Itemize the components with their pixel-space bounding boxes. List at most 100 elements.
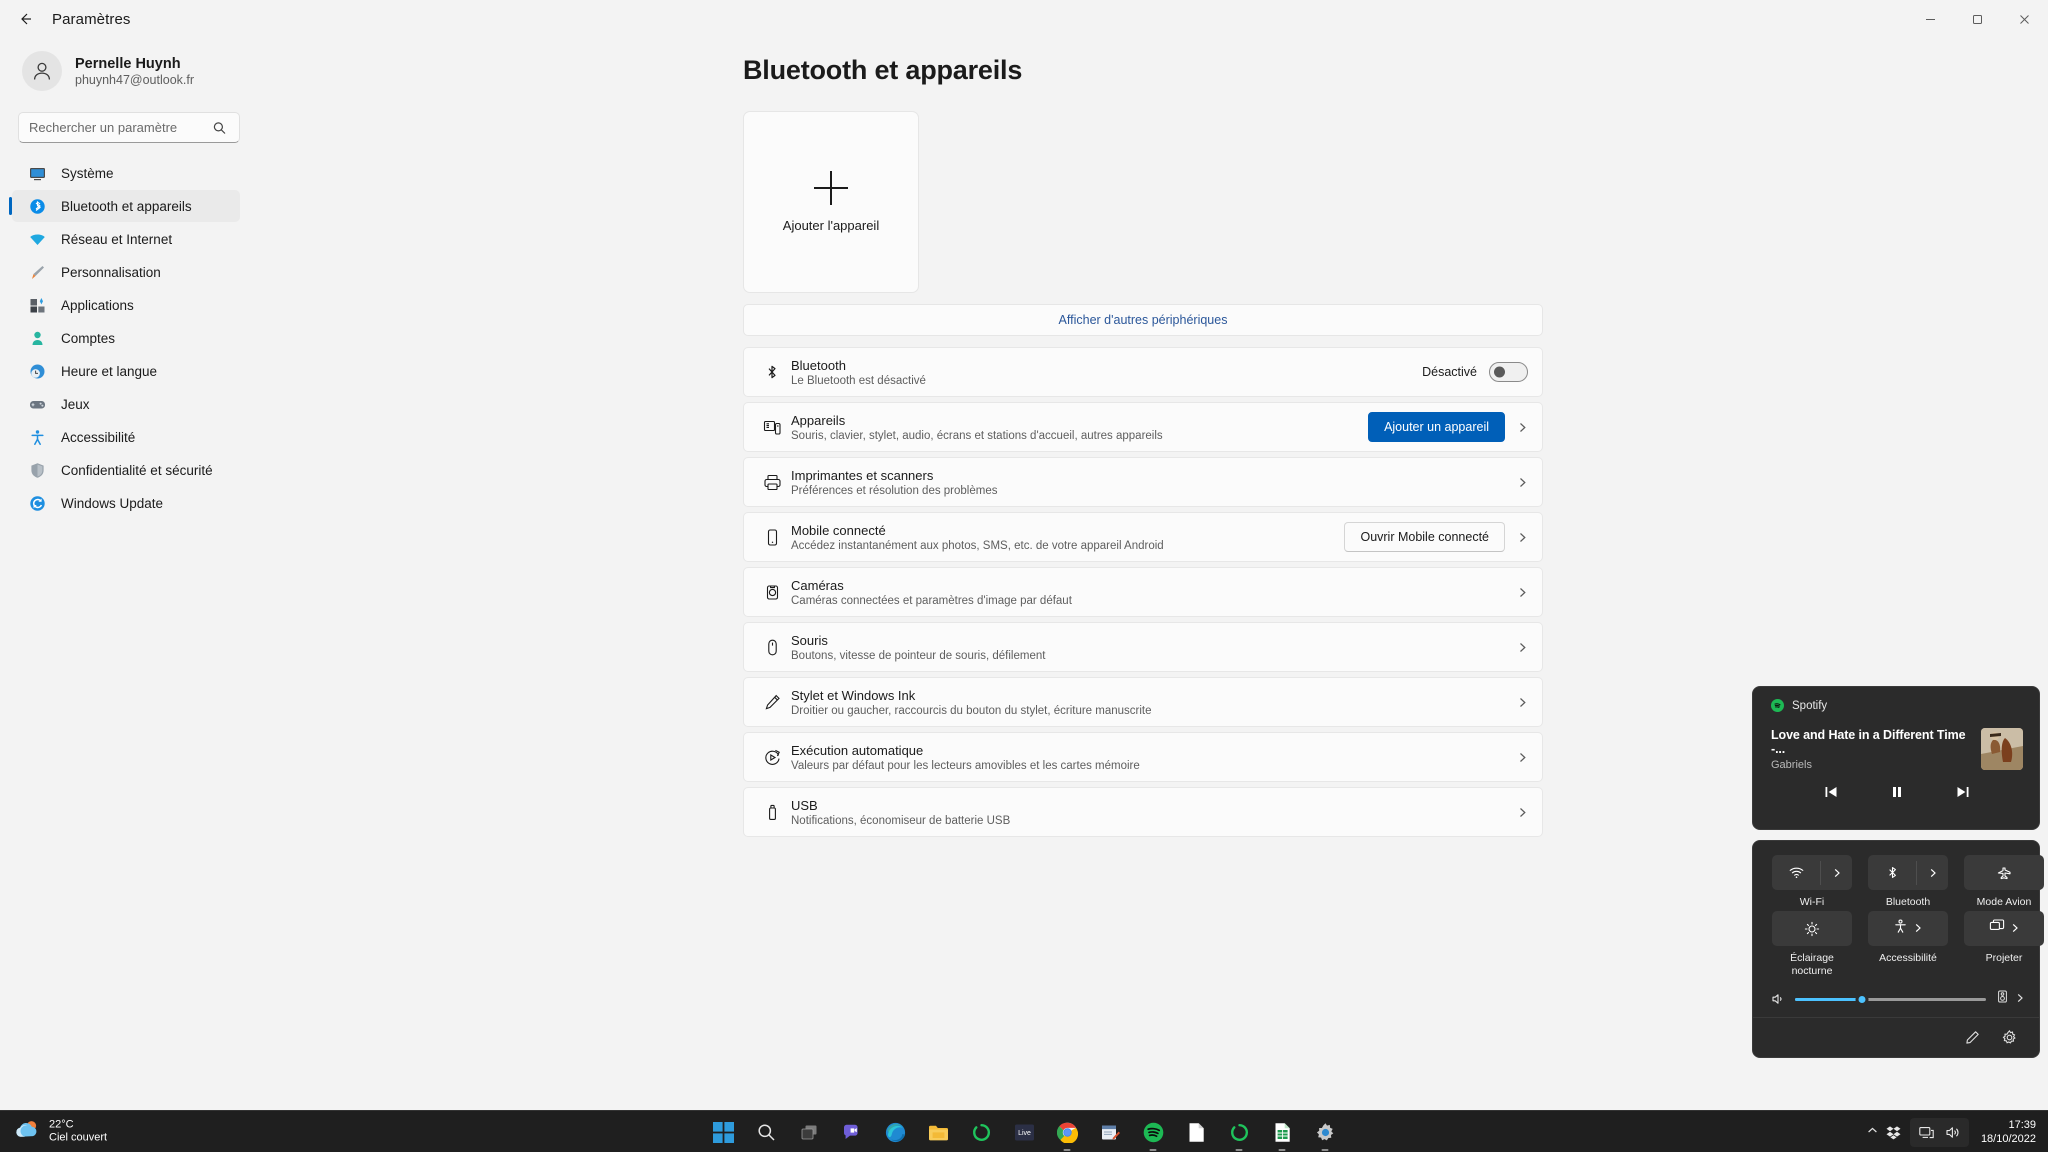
chevron-right-icon[interactable] <box>1517 532 1528 543</box>
row-stylet-et-windows-ink[interactable]: Stylet et Windows Ink Droitier ou gauche… <box>743 677 1543 727</box>
task-view-button[interactable] <box>794 1117 824 1147</box>
document-app[interactable] <box>1181 1117 1211 1147</box>
show-more-devices-row[interactable]: Afficher d'autres périphériques <box>743 304 1543 336</box>
audio-output-icon[interactable] <box>1996 990 2009 1008</box>
chevron-right-icon[interactable] <box>1517 642 1528 653</box>
app-green-ring-2[interactable] <box>1224 1117 1254 1151</box>
sidebar-item-windows-update[interactable]: Windows Update <box>12 487 240 519</box>
next-track-icon[interactable] <box>1956 785 1970 799</box>
close-icon[interactable] <box>2001 0 2048 38</box>
weather-widget[interactable]: 22°C Ciel couvert <box>14 1118 107 1146</box>
sidebar-item-accessibilite[interactable]: Accessibilité <box>12 421 240 453</box>
add-device-button[interactable]: Ajouter un appareil <box>1368 412 1505 442</box>
airplane-icon[interactable] <box>1980 865 2028 881</box>
file-explorer[interactable] <box>923 1117 953 1147</box>
sidebar-item-confidentialite-et-securite[interactable]: Confidentialité et sécurité <box>12 454 240 486</box>
bluetooth-icon[interactable] <box>1868 865 1916 880</box>
accessibility-icon[interactable] <box>1893 919 1908 939</box>
spotify[interactable] <box>1138 1117 1168 1151</box>
bluetooth-toggle-label: Désactivé <box>1422 365 1477 379</box>
slider-thumb[interactable] <box>1855 992 1869 1006</box>
sidebar-item-applications[interactable]: Applications <box>12 289 240 321</box>
dropbox-icon[interactable] <box>1886 1125 1910 1140</box>
night-light-icon[interactable] <box>1788 921 1836 937</box>
chevron-right-icon[interactable] <box>1517 477 1528 488</box>
quick-tile-projeter[interactable] <box>1964 911 2044 947</box>
app-green-ring-1[interactable] <box>966 1117 996 1147</box>
search-button[interactable] <box>751 1117 781 1147</box>
maximize-icon[interactable] <box>1954 0 2001 38</box>
clock[interactable]: 17:39 18/10/2022 <box>1975 1118 2036 1147</box>
google-chrome[interactable] <box>1052 1117 1082 1151</box>
sidebar-item-personnalisation[interactable]: Personnalisation <box>12 256 240 288</box>
back-arrow-icon[interactable] <box>6 0 44 38</box>
show-more-devices-link[interactable]: Afficher d'autres périphériques <box>1059 313 1228 327</box>
toggle-knob <box>1494 366 1505 378</box>
microsoft-edge[interactable] <box>880 1117 910 1147</box>
audio-output-selector[interactable] <box>1996 990 2025 1008</box>
network-icon[interactable] <box>1919 1125 1934 1140</box>
speaker-icon[interactable] <box>1771 992 1785 1006</box>
tray-network-volume-group[interactable] <box>1909 1117 1969 1147</box>
quick-tile-accessibility-cell: Accessibilité <box>1865 911 1951 978</box>
quick-tile-accessibilite[interactable] <box>1868 911 1948 947</box>
sidebar-item-systeme[interactable]: Système <box>12 157 240 189</box>
chevron-right-icon[interactable] <box>1517 587 1528 598</box>
chevron-right-icon[interactable] <box>1821 868 1852 878</box>
chevron-right-icon[interactable] <box>1517 752 1528 763</box>
row-bluetooth[interactable]: Bluetooth Le Bluetooth est désactivé Dés… <box>743 347 1543 397</box>
chevron-up-icon[interactable] <box>1859 1125 1886 1139</box>
row-imprimantes-et-scanners[interactable]: Imprimantes et scanners Préférences et r… <box>743 457 1543 507</box>
row-execution-automatique[interactable]: Exécution automatique Valeurs par défaut… <box>743 732 1543 782</box>
bluetooth-toggle[interactable] <box>1489 362 1528 382</box>
add-device-card[interactable]: Ajouter l'appareil <box>743 111 919 293</box>
search-icon[interactable] <box>213 121 226 134</box>
search-input[interactable]: Rechercher un paramètre <box>18 112 240 143</box>
row-mobile-connecte[interactable]: Mobile connecté Accédez instantanément a… <box>743 512 1543 562</box>
quick-tile-mode-avion[interactable] <box>1964 855 2044 890</box>
account-icon <box>28 329 47 348</box>
row-souris[interactable]: Souris Boutons, vitesse de pointeur de s… <box>743 622 1543 672</box>
start-button[interactable] <box>708 1117 738 1147</box>
settings-app[interactable] <box>1310 1117 1340 1151</box>
quick-tile-eclairage-nocturne[interactable] <box>1772 911 1852 947</box>
row-cameras[interactable]: Caméras Caméras connectées et paramètres… <box>743 567 1543 617</box>
live-app[interactable]: Live <box>1009 1117 1039 1147</box>
row-subtitle: Droitier ou gaucher, raccourcis du bouto… <box>791 704 1152 717</box>
pause-icon[interactable] <box>1890 785 1904 799</box>
minimize-icon[interactable] <box>1907 0 1954 38</box>
sidebar-item-bluetooth-et-appareils[interactable]: Bluetooth et appareils <box>9 190 240 222</box>
quick-tile-wifi[interactable] <box>1772 855 1852 890</box>
chevron-right-icon[interactable] <box>1517 422 1528 433</box>
chevron-right-icon[interactable] <box>2010 920 2020 938</box>
account-section[interactable]: Pernelle Huynh phuynh47@outlook.fr <box>10 38 240 104</box>
row-title: Appareils <box>791 412 846 428</box>
row-usb[interactable]: USB Notifications, économiseur de batter… <box>743 787 1543 837</box>
row-appareils[interactable]: Appareils Souris, clavier, stylet, audio… <box>743 402 1543 452</box>
gear-icon[interactable] <box>2002 1030 2017 1045</box>
previous-track-icon[interactable] <box>1824 785 1838 799</box>
pencil-edit-icon[interactable] <box>1965 1030 1980 1045</box>
spotify-logo-icon <box>1771 699 1784 712</box>
open-phone-link-button[interactable]: Ouvrir Mobile connecté <box>1344 522 1505 552</box>
sidebar-item-comptes[interactable]: Comptes <box>12 322 240 354</box>
wifi-icon[interactable] <box>1772 865 1820 880</box>
spreadsheet-app[interactable] <box>1267 1117 1297 1151</box>
notes-app[interactable] <box>1095 1117 1125 1147</box>
sidebar-item-jeux[interactable]: Jeux <box>12 388 240 420</box>
sidebar-item-reseau-et-internet[interactable]: Réseau et Internet <box>12 223 240 255</box>
project-icon[interactable] <box>1989 918 2005 939</box>
chevron-right-icon[interactable] <box>1913 920 1923 938</box>
volume-slider[interactable] <box>1795 992 1986 1006</box>
speaker-icon[interactable] <box>1945 1125 1960 1140</box>
chevron-right-icon[interactable] <box>2015 990 2025 1008</box>
chevron-right-icon[interactable] <box>1517 697 1528 708</box>
chevron-right-icon[interactable] <box>1517 807 1528 818</box>
sidebar-item-label: Applications <box>61 297 134 313</box>
quick-tile-wifi-cell: Wi-Fi <box>1769 855 1855 909</box>
quick-tile-bluetooth[interactable] <box>1868 855 1948 890</box>
spotify-notification[interactable]: Spotify Love and Hate in a Different Tim… <box>1752 686 2040 830</box>
chat-button[interactable] <box>837 1117 867 1147</box>
sidebar-item-heure-et-langue[interactable]: Heure et langue <box>12 355 240 387</box>
chevron-right-icon[interactable] <box>1917 868 1948 878</box>
